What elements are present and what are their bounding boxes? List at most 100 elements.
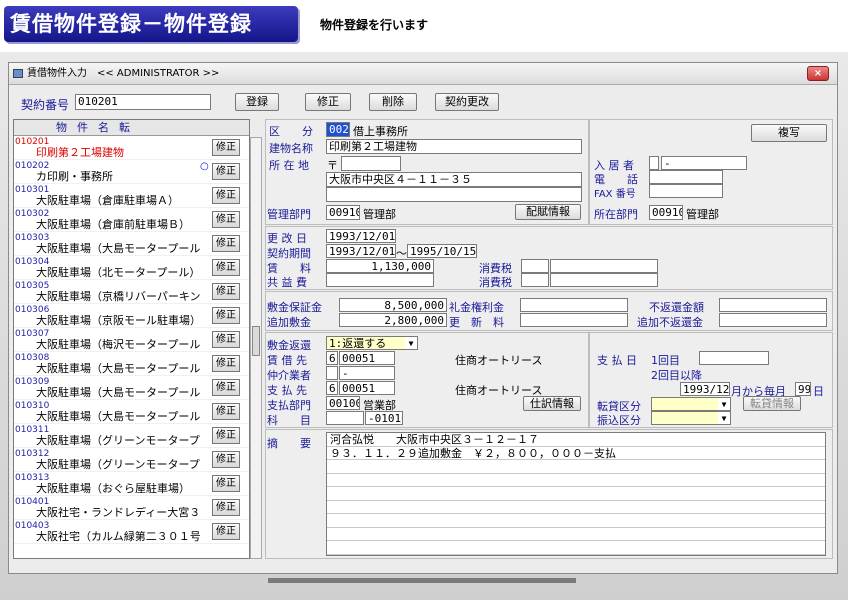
rent-input[interactable]: 1,130,000 <box>326 259 434 273</box>
key-money-input[interactable] <box>520 298 628 312</box>
list-item[interactable]: 010308 大阪駐車場（大島モータープール 修正 <box>14 352 249 376</box>
list-item[interactable]: 010310 大阪駐車場（大島モータープール 修正 <box>14 400 249 424</box>
list-item-edit-button[interactable]: 修正 <box>212 187 240 204</box>
deposit-return-select[interactable]: 1:返還する ▼ <box>326 336 418 350</box>
list-item-edit-button[interactable]: 修正 <box>212 427 240 444</box>
contract-number-input[interactable]: 010201 <box>75 94 211 110</box>
list-item-edit-button[interactable]: 修正 <box>212 403 240 420</box>
transfer-info-button[interactable]: 転貸情報 <box>743 396 801 411</box>
renewal-date-input[interactable]: 1993/12/01 <box>326 229 396 243</box>
list-item[interactable]: 010311 大阪駐車場（グリーンモータープ 修正 <box>14 424 249 448</box>
list-item-edit-button[interactable]: 修正 <box>212 499 240 516</box>
rent-tax-input[interactable] <box>550 259 658 273</box>
nonrefund-input[interactable] <box>719 298 827 312</box>
payee-code-input[interactable]: 00051 <box>339 381 395 395</box>
copy-button[interactable]: 複写 <box>751 124 827 142</box>
scrollbar-thumb[interactable] <box>252 326 260 356</box>
remarks-line[interactable] <box>327 514 825 528</box>
list-item[interactable]: 010201 印刷第２工場建物 修正 <box>14 136 249 160</box>
common-tax-input[interactable] <box>550 273 658 287</box>
common-fee-input[interactable] <box>326 273 434 287</box>
remarks-line[interactable] <box>327 487 825 501</box>
address-line1-input[interactable]: 大阪市中央区４－１１－３５ <box>326 172 582 187</box>
mgmt-dept-code-input[interactable]: 00910 <box>326 205 360 220</box>
contract-change-button[interactable]: 契約更改 <box>435 93 499 111</box>
list-item-edit-button[interactable]: 修正 <box>212 355 240 372</box>
tenant-input[interactable]: - <box>661 156 747 170</box>
chevron-down-icon[interactable]: ▼ <box>405 337 417 349</box>
list-item[interactable]: 010313 大阪駐車場（おぐら屋駐車場） 修正 <box>14 472 249 496</box>
remarks-line[interactable]: 河合弘悦 大阪市中央区３－１２－１７ <box>327 433 825 447</box>
period-to-input[interactable]: 1995/10/15 <box>407 244 477 258</box>
list-item-edit-button[interactable]: 修正 <box>212 475 240 492</box>
list-item-edit-button[interactable]: 修正 <box>212 235 240 252</box>
category-code-input[interactable]: 002 <box>326 122 350 137</box>
payee-prefix-input[interactable]: 6 <box>326 381 338 395</box>
period-from-input[interactable]: 1993/12/01 <box>326 244 396 258</box>
chevron-down-icon[interactable]: ▼ <box>718 398 730 410</box>
rent-tax-rate-input[interactable] <box>521 259 549 273</box>
broker-prefix-input[interactable] <box>326 366 338 380</box>
list-item-edit-button[interactable]: 修正 <box>212 259 240 276</box>
deposit-input[interactable]: 8,500,000 <box>339 298 447 312</box>
fax-input[interactable] <box>649 184 723 198</box>
list-item[interactable]: 010307 大阪駐車場（梅沢モータープール 修正 <box>14 328 249 352</box>
add-deposit-input[interactable]: 2,800,000 <box>339 313 447 327</box>
list-item[interactable]: 010301 大阪駐車場（倉庫駐車場Ａ） 修正 <box>14 184 249 208</box>
add-nonrefund-input[interactable] <box>719 313 827 327</box>
list-item-edit-button[interactable]: 修正 <box>212 307 240 324</box>
remarks-line[interactable]: ９３．１１．２９追加敷金 ￥２，８００，０００－支払 <box>327 447 825 460</box>
list-item[interactable]: 010303 大阪駐車場（大島モータープール 修正 <box>14 232 249 256</box>
bank-category-select[interactable]: ▼ <box>651 411 731 425</box>
allocation-info-button[interactable]: 配賦情報 <box>515 204 581 220</box>
list-scrollbar[interactable] <box>250 137 262 559</box>
broker-input[interactable]: - <box>339 366 395 380</box>
list-item-edit-button[interactable]: 修正 <box>212 211 240 228</box>
list-item-edit-button[interactable]: 修正 <box>212 379 240 396</box>
payment-day-input[interactable]: 99 <box>795 382 811 396</box>
list-item[interactable]: 010305 大阪駐車場（京橋リバーパーキン 修正 <box>14 280 249 304</box>
location-dept-code-input[interactable]: 00910 <box>649 205 683 220</box>
list-item[interactable]: 010304 大阪駐車場（北モータープール） 修正 <box>14 256 249 280</box>
remarks-line[interactable] <box>327 501 825 514</box>
remarks-textarea[interactable]: 河合弘悦 大阪市中央区３－１２－１７ ９３．１１．２９追加敷金 ￥２，８００，００… <box>326 432 826 556</box>
register-button[interactable]: 登録 <box>235 93 279 111</box>
chevron-down-icon[interactable]: ▼ <box>718 412 730 424</box>
list-item[interactable]: 010401 大阪社宅・ランドレディー大宮３ 修正 <box>14 496 249 520</box>
building-name-input[interactable]: 印刷第２工場建物 <box>326 139 582 154</box>
pay-dept-code-input[interactable]: 00100 <box>326 396 360 410</box>
list-item[interactable]: 010306 大阪駐車場（京阪モール駐車場） 修正 <box>14 304 249 328</box>
list-item-edit-button[interactable]: 修正 <box>212 331 240 348</box>
list-item[interactable]: 010312 大阪駐車場（グリーンモータープ 修正 <box>14 448 249 472</box>
first-payment-input[interactable] <box>699 351 769 365</box>
remarks-line[interactable] <box>327 541 825 555</box>
lessor-code-input[interactable]: 00051 <box>339 351 395 365</box>
list-item[interactable]: 010202 カ印刷・事務所 ○ 修正 <box>14 160 249 184</box>
lessor-prefix-input[interactable]: 6 <box>326 351 338 365</box>
list-item-edit-button[interactable]: 修正 <box>212 283 240 300</box>
list-item-edit-button[interactable]: 修正 <box>212 451 240 468</box>
phone-input[interactable] <box>649 170 723 184</box>
remarks-line[interactable] <box>327 474 825 487</box>
account-sub-input[interactable]: -01016 <box>365 411 403 425</box>
delete-button[interactable]: 削除 <box>369 93 417 111</box>
postal-code-input[interactable] <box>341 156 401 171</box>
list-item-edit-button[interactable]: 修正 <box>212 139 240 156</box>
remarks-line[interactable] <box>327 528 825 541</box>
remarks-line[interactable] <box>327 460 825 474</box>
tenant-prefix-input[interactable] <box>649 156 659 170</box>
address-line2-input[interactable] <box>326 187 582 202</box>
account-main-input[interactable] <box>326 411 364 425</box>
transfer-category-select[interactable]: ▼ <box>651 397 731 411</box>
edit-button[interactable]: 修正 <box>305 93 351 111</box>
renewal-fee-input[interactable] <box>520 313 628 327</box>
list-item[interactable]: 010403 大阪社宅（カルム緑第二３０１号 修正 <box>14 520 249 544</box>
common-tax-rate-input[interactable] <box>521 273 549 287</box>
list-item-edit-button[interactable]: 修正 <box>212 523 240 540</box>
close-icon[interactable]: × <box>807 66 829 81</box>
from-month-input[interactable]: 1993/12 <box>680 382 730 396</box>
horizontal-scrollbar[interactable] <box>268 578 576 583</box>
list-item-edit-button[interactable]: 修正 <box>212 163 240 180</box>
list-item[interactable]: 010309 大阪駐車場（大島モータープール 修正 <box>14 376 249 400</box>
list-item[interactable]: 010302 大阪駐車場（倉庫前駐車場Ｂ） 修正 <box>14 208 249 232</box>
